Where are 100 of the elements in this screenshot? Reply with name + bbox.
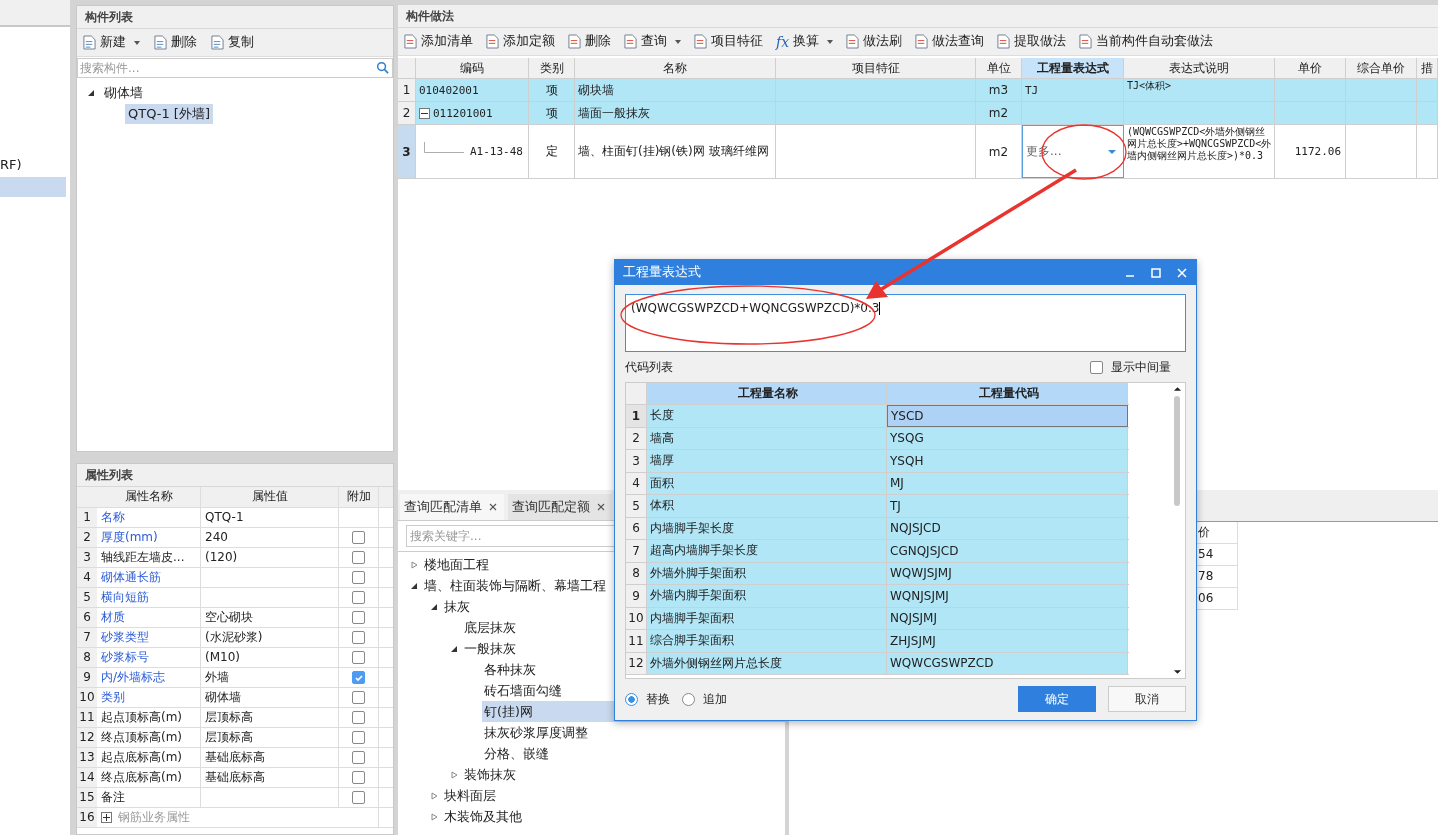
property-value[interactable]: QTQ-1 (201, 508, 339, 527)
checkbox[interactable] (352, 571, 365, 584)
column-header[interactable]: 编码 (416, 58, 529, 78)
toolbar-button[interactable]: 项目特征 (694, 30, 763, 53)
quantity-code[interactable]: WQWJSJMJ (887, 562, 1128, 584)
column-header[interactable]: 工程量表达式 (1022, 58, 1124, 78)
property-value[interactable]: (水泥砂浆) (201, 628, 339, 647)
quantity-code[interactable]: ZHJSJMJ (887, 630, 1128, 652)
property-value[interactable]: 240 (201, 528, 339, 547)
toolbar-button[interactable]: 做法刷 (846, 30, 903, 53)
quantity-name[interactable]: 面积 (647, 472, 887, 494)
quantity-code[interactable]: YSQG (887, 427, 1128, 449)
quantity-code[interactable]: NQJSJMJ (887, 607, 1128, 629)
toolbar-button[interactable]: 添加清单 (404, 30, 473, 53)
checkbox[interactable] (352, 771, 365, 784)
quantity-code[interactable]: YSQH (887, 450, 1128, 472)
toolbar-button[interactable]: 当前构件自动套做法 (1079, 30, 1214, 53)
property-value[interactable]: 基础底标高 (201, 768, 339, 787)
quantity-code[interactable]: NQJSJCD (887, 517, 1128, 539)
quantity-name[interactable]: 内墙脚手架长度 (647, 517, 887, 539)
property-value[interactable]: 层顶标高 (201, 728, 339, 747)
toolbar-button[interactable]: 提取做法 (997, 30, 1067, 53)
quantity-name[interactable]: 外墙外侧钢丝网片总长度 (647, 652, 887, 674)
column-header[interactable]: 综合单价 (1346, 58, 1417, 78)
checkbox[interactable] (352, 731, 365, 744)
expand-arrow-icon[interactable] (450, 644, 458, 653)
tree-item[interactable]: 砌体墙 (101, 82, 146, 103)
tree-item[interactable]: 抹灰砂浆厚度调整 (482, 722, 785, 743)
toolbar-button[interactable]: 复制 (211, 31, 254, 54)
search-field[interactable]: 搜索构件... (77, 58, 393, 78)
quantity-name[interactable]: 综合脚手架面积 (647, 630, 887, 652)
quantity-name[interactable]: 外墙内脚手架面积 (647, 585, 887, 607)
toolbar-button[interactable]: 新建 (83, 31, 140, 54)
tree-item[interactable]: 木装饰及其他 (442, 806, 785, 827)
property-value[interactable]: 空心砌块 (201, 608, 339, 627)
toolbar-button[interactable]: 删除 (154, 31, 197, 54)
toolbar-button[interactable]: 做法查询 (915, 30, 985, 53)
expand-button[interactable] (101, 812, 112, 823)
property-value[interactable]: (120) (201, 548, 339, 567)
scroll-down-icon[interactable] (1172, 669, 1182, 675)
quantity-name[interactable]: 长度 (647, 405, 887, 427)
quantity-name[interactable]: 外墙外脚手架面积 (647, 562, 887, 584)
row-number[interactable]: 2 (398, 102, 416, 124)
checkbox[interactable] (352, 551, 365, 564)
collapse-button[interactable] (419, 107, 430, 119)
tree-item[interactable]: 块料面层 (442, 785, 785, 806)
caret-icon[interactable] (1107, 148, 1117, 155)
tree-item[interactable]: 分格、嵌缝 (482, 743, 785, 764)
table-row[interactable]: 1 010402001 项 砌块墙 m3 TJ TJ<体积> (398, 79, 1438, 102)
radio-button[interactable] (682, 692, 695, 706)
checkbox[interactable] (352, 691, 365, 704)
ok-button[interactable]: 确定 (1018, 686, 1096, 712)
toolbar-button[interactable]: 删除 (568, 30, 611, 53)
toolbar-button[interactable]: 添加定额 (486, 30, 555, 53)
column-header[interactable]: 项目特征 (776, 58, 976, 78)
column-header[interactable]: 名称 (575, 58, 776, 78)
quantity-code[interactable]: TJ (887, 495, 1128, 517)
checkbox[interactable] (352, 751, 365, 764)
property-value[interactable]: 外墙 (201, 668, 339, 687)
quantity-name[interactable]: 内墙脚手架面积 (647, 607, 887, 629)
quantity-code[interactable]: YSCD (887, 405, 1128, 427)
quantity-name[interactable]: 超高内墙脚手架长度 (647, 540, 887, 562)
toolbar-button[interactable]: 查询 (624, 30, 681, 53)
expand-arrow-icon[interactable] (430, 602, 438, 611)
row-number[interactable]: 1 (398, 79, 416, 101)
close-icon[interactable] (488, 502, 498, 512)
quantity-code[interactable]: MJ (887, 472, 1128, 494)
checkbox[interactable] (352, 611, 365, 624)
column-header[interactable]: 单价 (1275, 58, 1346, 78)
quantity-name[interactable]: 墙厚 (647, 450, 887, 472)
expand-arrow-icon[interactable] (87, 88, 95, 97)
quantity-code[interactable]: WQNJSJMJ (887, 585, 1128, 607)
expand-arrow-icon[interactable] (410, 581, 418, 590)
scroll-up-icon[interactable] (1172, 386, 1182, 392)
property-value[interactable]: 基础底标高 (201, 748, 339, 767)
quantity-name[interactable]: 墙高 (647, 427, 887, 449)
table-row[interactable]: 2 011201001 项 墙面一般抹灰 m2 (398, 102, 1438, 125)
radio-button[interactable] (625, 692, 638, 706)
checkbox[interactable] (352, 671, 365, 684)
property-value[interactable]: 砌体墙 (201, 688, 339, 707)
quantity-code[interactable]: WQWCGSWPZCD (887, 652, 1128, 674)
column-header[interactable]: 类别 (529, 58, 575, 78)
checkbox[interactable] (1090, 360, 1103, 374)
tab[interactable]: 查询匹配清单 (400, 494, 504, 520)
column-header[interactable]: 措 (1417, 58, 1438, 78)
quantity-code[interactable]: CGNQJSJCD (887, 540, 1128, 562)
column-header[interactable]: 表达式说明 (1124, 58, 1275, 78)
row-number[interactable]: 3 (398, 125, 416, 178)
tree-item[interactable]: QTQ-1 [外墙] (125, 103, 213, 124)
quantity-name[interactable]: 体积 (647, 495, 887, 517)
cancel-button[interactable]: 取消 (1108, 686, 1186, 712)
checkbox[interactable] (352, 791, 365, 804)
checkbox[interactable] (352, 591, 365, 604)
tab[interactable]: 查询匹配定额 (508, 494, 612, 520)
maximize-icon[interactable] (1150, 266, 1162, 279)
toolbar-button[interactable]: fx 换算 (776, 30, 834, 53)
checkbox[interactable] (352, 531, 365, 544)
tree-item[interactable]: 装饰抹灰 (462, 764, 785, 785)
close-icon[interactable] (596, 502, 606, 512)
property-value[interactable]: 层顶标高 (201, 708, 339, 727)
